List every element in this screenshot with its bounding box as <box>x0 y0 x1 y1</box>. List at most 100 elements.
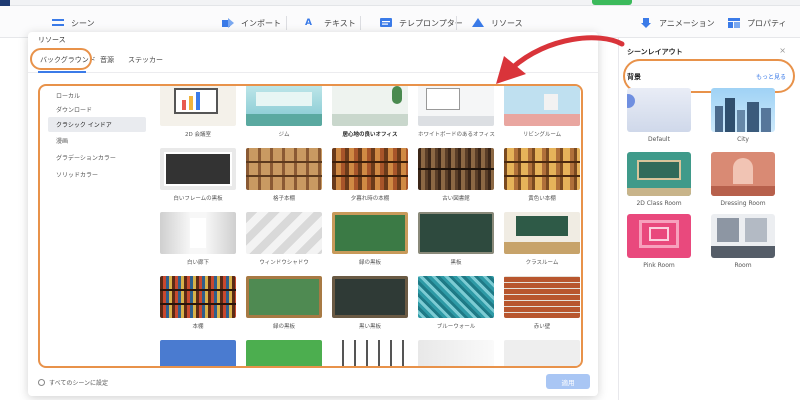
bg-label: 夕暮れ時の本棚 <box>350 196 390 202</box>
bg-label: 古い図書館 <box>442 196 470 202</box>
menu-scene-label: シーン <box>71 18 95 28</box>
bg-item[interactable]: ブルーウォール <box>418 276 494 330</box>
bg-item[interactable]: 夕暮れ時の本棚 <box>332 148 408 202</box>
menu-scene[interactable]: シーン <box>52 15 95 31</box>
layout-thumbnail <box>627 214 691 258</box>
menu-text-label: テキスト <box>324 18 356 28</box>
sidebar-item-solid-color[interactable]: ソリッドカラー <box>48 167 146 182</box>
sidebar-item-download[interactable]: ダウンロード <box>48 102 146 117</box>
bg-item[interactable] <box>246 340 322 366</box>
bg-label: 白い廊下 <box>186 260 209 266</box>
layout-room[interactable]: Room <box>711 214 775 269</box>
bg-label: ブルーウォール <box>436 324 476 330</box>
layout-label: Room <box>734 262 752 269</box>
menu-divider <box>286 16 287 30</box>
highlight-oval <box>30 48 92 70</box>
upgrade-button[interactable] <box>592 0 632 5</box>
bg-item[interactable]: クラスルーム <box>504 212 580 266</box>
dialog-title: リソース <box>38 36 66 44</box>
panel-title: シーンレイアウト <box>627 48 683 56</box>
bg-item[interactable]: 白い廊下 <box>160 212 236 266</box>
bg-item[interactable]: 本棚 <box>160 276 236 330</box>
layout-label: Pink Room <box>643 262 675 269</box>
bg-label: 居心地の良いオフィス <box>342 132 398 138</box>
menu-property-label: プロパティ <box>747 18 787 28</box>
bg-item[interactable]: ウィンドウシャドウ <box>246 212 322 266</box>
bg-item[interactable]: 古い図書館 <box>418 148 494 202</box>
bg-item[interactable]: 赤い壁 <box>504 276 580 330</box>
bg-item[interactable] <box>332 340 408 366</box>
bg-item[interactable] <box>418 340 494 366</box>
layout-thumbnail <box>711 88 775 132</box>
bg-item[interactable]: ジム <box>246 86 322 138</box>
text-icon: A <box>305 18 312 28</box>
scene-layout-panel: シーンレイアウト × 背景 もっと見る Default City 2D Clas… <box>618 38 800 400</box>
sidebar-item-local[interactable]: ローカル <box>48 88 146 103</box>
bg-thumbnail <box>332 148 408 190</box>
bg-item[interactable]: 2D 会議室 <box>160 86 236 138</box>
layout-label: Default <box>648 136 670 143</box>
bg-thumbnail <box>332 276 408 318</box>
bg-label: 黒い黒板 <box>358 324 381 330</box>
bg-thumbnail <box>332 212 408 254</box>
resource-dialog: リソース バックグラウンド 音源 ステッカー ローカル ダウンロード クラシック… <box>28 32 598 396</box>
list-icon <box>52 19 64 26</box>
bg-item[interactable]: 居心地の良いオフィス <box>332 86 408 138</box>
layout-2d-class-room[interactable]: 2D Class Room <box>627 152 691 207</box>
layout-pink-room[interactable]: Pink Room <box>627 214 691 269</box>
bg-label: ウィンドウシャドウ <box>259 260 309 266</box>
background-grid: 2D 会議室 ジム 居心地の良いオフィス ホワイトボードのあるオフィス リビング… <box>160 86 580 366</box>
bg-item[interactable]: 緑の黒板 <box>246 276 322 330</box>
menu-animation-label: アニメーション <box>659 18 715 28</box>
bg-label: ジム <box>278 132 290 138</box>
close-icon[interactable]: × <box>779 46 786 55</box>
apply-all-scenes-option[interactable]: すべてのシーンに設定 <box>38 378 108 387</box>
bg-item[interactable]: 緑の黒板 <box>332 212 408 266</box>
tab-sticker[interactable]: ステッカー <box>128 55 163 65</box>
bg-thumbnail <box>160 212 236 254</box>
bg-thumbnail <box>504 340 580 366</box>
menu-divider <box>360 16 361 30</box>
sidebar-item-comic[interactable]: 漫画 <box>48 133 146 148</box>
bg-item[interactable]: 黒い黒板 <box>332 276 408 330</box>
bg-item[interactable] <box>504 340 580 366</box>
bg-label: 緑の黒板 <box>272 324 295 330</box>
bg-thumbnail <box>246 340 322 366</box>
bg-label: 格子本棚 <box>272 196 295 202</box>
apply-button[interactable]: 適用 <box>546 374 590 389</box>
bg-item[interactable]: リビングルーム <box>504 86 580 138</box>
layout-dressing-room[interactable]: Dressing Room <box>711 152 775 207</box>
layout-label: Dressing Room <box>720 200 766 207</box>
menu-teleprompter[interactable]: テレプロンプター <box>380 15 463 31</box>
bg-item[interactable]: 黄色い本棚 <box>504 148 580 202</box>
menu-text[interactable]: A テキスト <box>305 15 356 31</box>
bg-thumbnail <box>504 148 580 190</box>
tab-audio[interactable]: 音源 <box>100 55 114 65</box>
menu-animation[interactable]: アニメーション <box>640 15 715 31</box>
bg-thumbnail <box>246 276 322 318</box>
layout-default[interactable]: Default <box>627 88 691 143</box>
sidebar-item-gradient[interactable]: グラデーションカラー <box>48 150 146 165</box>
menu-resource-label: リソース <box>491 18 523 28</box>
bg-label: 赤い壁 <box>533 324 551 330</box>
sidebar-item-classic-indoor[interactable]: クラシック インドア <box>48 117 146 132</box>
bg-thumbnail <box>160 86 236 126</box>
layout-thumbnail <box>627 152 691 196</box>
bg-thumbnail <box>504 212 580 254</box>
bg-label: 2D 会議室 <box>185 132 211 138</box>
menu-import[interactable]: インポート <box>222 15 281 31</box>
apply-all-label: すべてのシーンに設定 <box>49 380 109 387</box>
menu-property[interactable]: プロパティ <box>728 15 787 31</box>
bg-item[interactable]: ホワイトボードのあるオフィス <box>418 86 495 138</box>
bg-item[interactable]: 白いフレームの黒板 <box>160 148 236 202</box>
bg-item[interactable]: 格子本棚 <box>246 148 322 202</box>
resource-icon <box>472 18 484 27</box>
menu-resource[interactable]: リソース <box>472 15 523 31</box>
menu-import-label: インポート <box>241 18 281 28</box>
import-icon <box>222 18 234 28</box>
teleprompter-icon <box>380 18 392 27</box>
bg-item[interactable] <box>160 340 236 366</box>
bg-item[interactable]: 黒板 <box>418 212 494 266</box>
radio-button[interactable] <box>38 379 45 386</box>
layout-city[interactable]: City <box>711 88 775 143</box>
